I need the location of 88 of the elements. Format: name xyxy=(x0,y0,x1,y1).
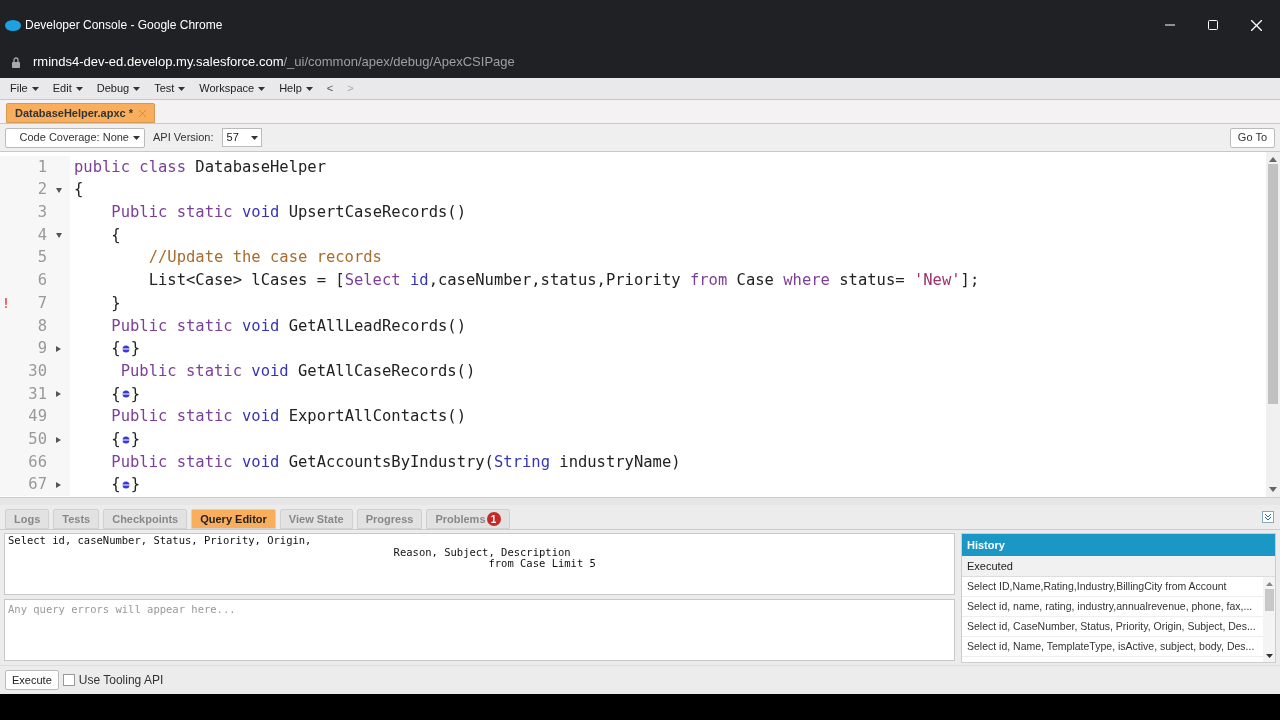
menu-item[interactable]: Test xyxy=(154,80,186,97)
code-line: { } xyxy=(110,338,140,360)
execute-button[interactable]: Execute xyxy=(5,670,59,690)
go-to-button[interactable]: Go To xyxy=(1229,127,1275,148)
caret-icon xyxy=(133,135,140,140)
caret-icon xyxy=(250,135,258,140)
code-line: { } xyxy=(110,383,140,405)
coverage-dropdown[interactable]: Code Coverage: None xyxy=(5,127,145,148)
code-line: Public static void ExportAllContacts() xyxy=(110,406,466,428)
scrollbar-thumb[interactable] xyxy=(1264,589,1274,611)
caret-icon xyxy=(133,86,141,91)
history-row[interactable]: Select id, name, rating, industry,annualrevenue, phone, fax,... xyxy=(962,597,1263,617)
code-line: //Update the case records xyxy=(147,247,382,269)
query-input[interactable]: Select id, caseNumber, Status, Priority, Origin, Reason, Subject, Description from Case Limit 5 xyxy=(4,533,955,595)
scroll-up-icon[interactable] xyxy=(1265,582,1273,586)
code-line: List<Case> lCases = [Select id,caseNumber,status,Priority from Case where status= 'New']; xyxy=(147,270,980,292)
line-number: 5 xyxy=(36,247,47,269)
close-icon[interactable] xyxy=(1251,19,1262,31)
expand-arrow-icon[interactable] xyxy=(56,345,61,352)
line-number: 30 xyxy=(27,360,47,382)
folded-code-icon[interactable] xyxy=(120,434,131,445)
line-number: 1 xyxy=(36,156,47,178)
code-line: public class DatabaseHelper xyxy=(73,156,326,178)
scroll-down-icon[interactable] xyxy=(1265,654,1273,658)
line-number: 66 xyxy=(27,451,47,473)
menu-item[interactable]: Workspace xyxy=(199,80,266,97)
line-number: 4 xyxy=(36,224,47,246)
code-line: { } xyxy=(110,474,140,496)
menu-item[interactable]: Help xyxy=(279,80,313,97)
menu-item[interactable]: File xyxy=(10,80,39,97)
menu-item[interactable]: Debug xyxy=(96,80,141,97)
line-number: 6 xyxy=(36,270,47,292)
code-line: Public static void UpsertCaseRecords() xyxy=(110,202,466,224)
url-text[interactable]: rminds4-dev-ed.develop.my.salesforce.com/_ui/common/apex/debug/ApexCSIPage xyxy=(33,52,515,72)
history-row[interactable]: Select id, CaseNumber, Status, Priority, Origin, Subject, Des... xyxy=(962,617,1263,637)
collapse-panel-icon[interactable] xyxy=(1262,511,1274,523)
fold-arrow-icon[interactable] xyxy=(55,187,62,193)
expand-arrow-icon[interactable] xyxy=(56,481,61,488)
code-line: Public static void GetAccountsByIndustry(String industryName) xyxy=(110,451,681,473)
caret-icon xyxy=(31,86,39,91)
menu-item[interactable]: Edit xyxy=(52,80,83,97)
scroll-up-icon[interactable] xyxy=(1269,157,1277,162)
caret-icon xyxy=(178,86,186,91)
maximize-icon[interactable] xyxy=(1208,20,1218,30)
history-row[interactable]: Select ID,Name,Rating,Industry,BillingCity from Account xyxy=(962,577,1263,597)
error-marker: ! xyxy=(1,293,11,313)
column-header: Executed xyxy=(962,556,1275,577)
scrollbar-thumb[interactable] xyxy=(1268,164,1278,404)
code-line: { } xyxy=(110,428,140,450)
line-number: 67 xyxy=(27,474,47,496)
code-line: } xyxy=(110,292,121,314)
panel-tab[interactable]: Problems 1 xyxy=(426,509,510,529)
caret-icon xyxy=(75,86,83,91)
fold-arrow-icon[interactable] xyxy=(55,232,62,238)
history-header: History xyxy=(962,534,1275,556)
tooling-label: Use Tooling API xyxy=(78,672,164,689)
line-number: 7 xyxy=(36,292,47,314)
code-line: Public static void GetAllLeadRecords() xyxy=(110,315,466,337)
scroll-down-icon[interactable] xyxy=(1269,487,1277,492)
query-errors-field: Any query errors will appear here... xyxy=(4,599,955,661)
lock-icon xyxy=(12,56,20,68)
folded-code-icon[interactable] xyxy=(120,343,131,354)
tooling-checkbox[interactable] xyxy=(62,674,75,686)
file-tab[interactable]: DatabaseHelper.apxc * xyxy=(6,103,155,123)
code-line: Public static void GetAllCaseRecords() xyxy=(119,360,476,382)
api-version-select[interactable]: 57 xyxy=(221,128,262,147)
line-number: 50 xyxy=(27,428,47,450)
history-row[interactable]: Select id, Name, TemplateType, isActive, subject, body, Des... xyxy=(962,637,1263,657)
line-number: 9 xyxy=(36,338,47,360)
folded-code-icon[interactable] xyxy=(120,389,131,400)
caret-icon xyxy=(258,86,266,91)
problem-count-badge: 1 xyxy=(486,512,501,526)
cloud-logo-icon xyxy=(5,19,21,31)
line-number: 8 xyxy=(36,315,47,337)
api-version-label: API Version: xyxy=(153,130,214,146)
line-number: 31 xyxy=(27,383,47,405)
expand-arrow-icon[interactable] xyxy=(56,436,61,443)
folded-code-icon[interactable] xyxy=(120,479,131,490)
expand-arrow-icon[interactable] xyxy=(56,391,61,398)
code-line: { xyxy=(73,179,84,201)
back-button[interactable]: < xyxy=(326,80,334,97)
line-number: 2 xyxy=(36,179,47,201)
panel-tab[interactable]: Query Editor xyxy=(191,509,276,529)
caret-icon xyxy=(305,86,313,91)
code-line: { xyxy=(110,224,121,246)
line-number: 3 xyxy=(36,202,47,224)
window-title: Developer Console - Google Chrome xyxy=(25,17,223,34)
line-number: 49 xyxy=(27,406,47,428)
